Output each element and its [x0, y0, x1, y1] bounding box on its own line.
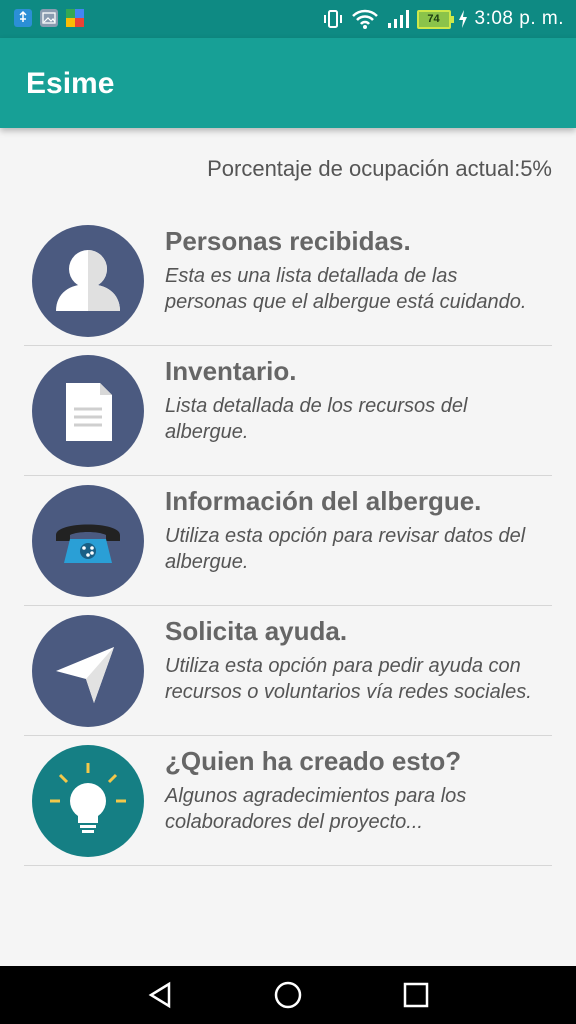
- home-icon[interactable]: [273, 980, 303, 1010]
- maps-icon: [66, 9, 84, 27]
- menu-item-title: Solicita ayuda.: [165, 616, 348, 646]
- menu-item-title: Personas recibidas.: [165, 226, 411, 256]
- clock: 3:08 p. m.: [474, 8, 564, 29]
- app-bar: Esime: [0, 38, 576, 128]
- recents-icon[interactable]: [401, 980, 431, 1010]
- occupancy-label: Porcentaje de ocupación actual:5%: [207, 156, 552, 181]
- wifi-icon: [351, 9, 378, 29]
- telephone-icon: [32, 485, 144, 597]
- menu-item-inventario[interactable]: Inventario. Lista detallada de los recur…: [24, 346, 552, 476]
- menu-item-title: Información del albergue.: [165, 486, 482, 516]
- navigation-bar: [0, 966, 576, 1024]
- lightbulb-icon: [32, 745, 144, 857]
- menu-item-creditos[interactable]: ¿Quien ha creado esto? Algunos agradecim…: [24, 736, 552, 866]
- menu-item-informacion[interactable]: Información del albergue. Utiliza esta o…: [24, 476, 552, 606]
- person-icon: [32, 225, 144, 337]
- system-icons: 74 3:08 p. m.: [322, 6, 565, 32]
- menu-item-description: Utiliza esta opción para pedir ayuda con…: [165, 655, 532, 703]
- image-icon: [40, 9, 58, 27]
- menu-item-description: Lista detallada de los recursos del albe…: [165, 395, 468, 443]
- notification-icons: [14, 9, 84, 27]
- menu-item-description: Esta es una lista detallada de las perso…: [165, 265, 527, 313]
- document-icon: [32, 355, 144, 467]
- signal-icon: [387, 10, 409, 28]
- menu-item-title: ¿Quien ha creado esto?: [165, 746, 462, 776]
- menu-list: Personas recibidas. Esta es una lista de…: [24, 216, 552, 866]
- status-bar: 74 3:08 p. m.: [0, 0, 576, 38]
- vibrate-icon: [323, 10, 342, 28]
- app-title: Esime: [26, 67, 115, 100]
- battery-level: 74: [416, 9, 454, 29]
- usb-icon: [14, 9, 32, 27]
- menu-item-solicita-ayuda[interactable]: Solicita ayuda. Utiliza esta opción para…: [24, 606, 552, 736]
- menu-item-title: Inventario.: [165, 356, 297, 386]
- menu-item-description: Utiliza esta opción para revisar datos d…: [165, 525, 526, 573]
- back-icon[interactable]: [145, 980, 175, 1010]
- menu-item-description: Algunos agradecimientos para los colabor…: [165, 785, 467, 833]
- menu-item-personas[interactable]: Personas recibidas. Esta es una lista de…: [24, 216, 552, 346]
- charging-icon: [458, 10, 467, 28]
- send-icon: [32, 615, 144, 727]
